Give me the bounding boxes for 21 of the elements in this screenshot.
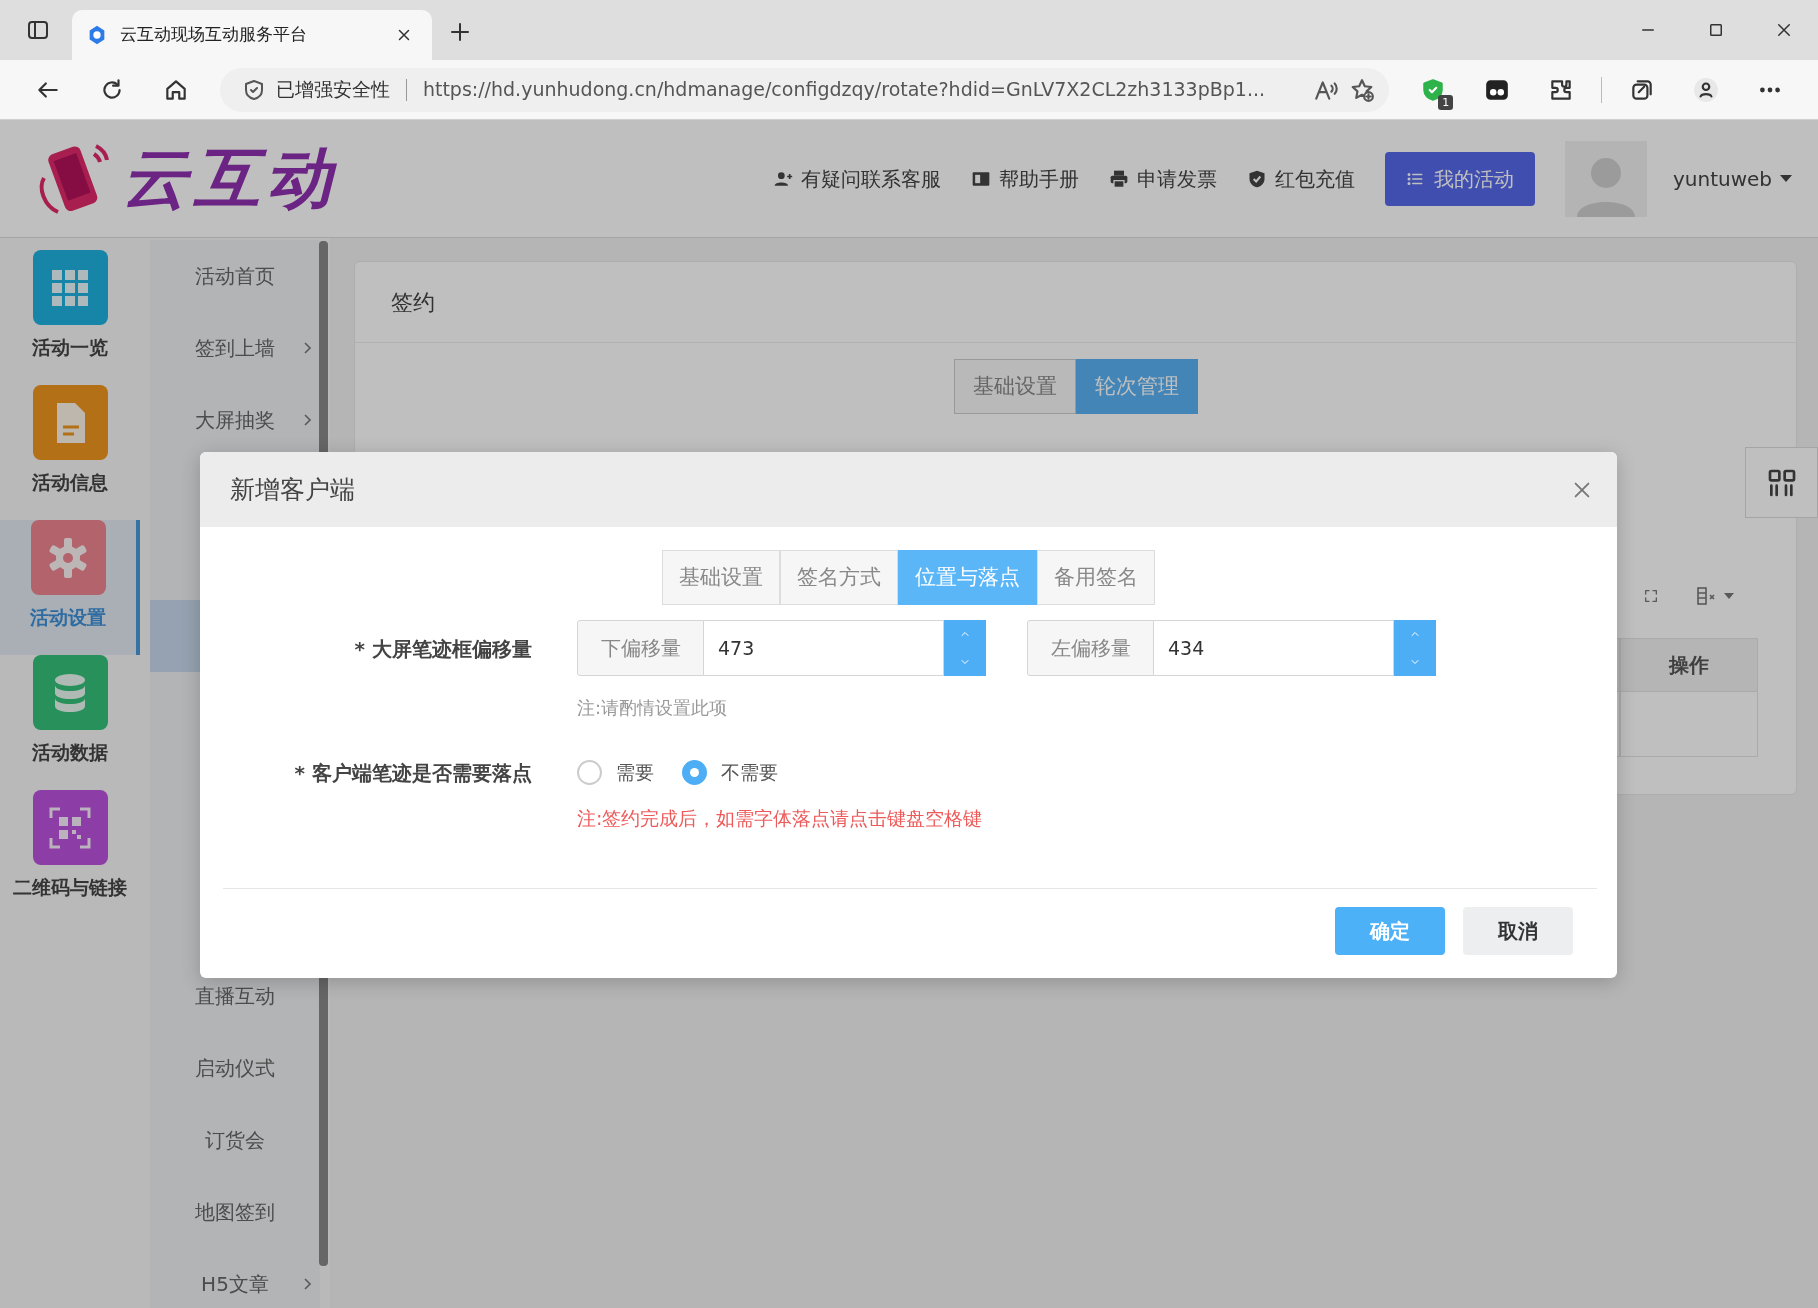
field-label: * 客户端笔迹是否需要落点 [294,760,532,785]
input-addon: 左偏移量 [1027,620,1154,676]
url-text: https://hd.yunhudong.cn/hdmanage/configdzqy/rotate?hdid=GnLV7X2CL2zh3133pBp1... [422,77,1267,103]
card-title: 签约 [355,262,1796,343]
input-addon: 下偏移量 [577,620,704,676]
extension-badge: 1 [1438,94,1454,110]
sidebar-label: 活动一览 [32,335,108,360]
radio-label: 需要 [616,760,654,786]
column-header: 操作 [1620,638,1758,692]
tab-title: 云互动现场互动服务平台 [120,23,308,47]
sidebar-label: 活动信息 [32,470,108,495]
security-label: 已增强安全性 [275,77,390,103]
sidebar-label: 活动设置 [30,605,106,630]
field-label: * 大屏笔迹框偏移量 [354,637,532,661]
logo-text: 云互动 [122,139,338,219]
radio-label: 不需要 [721,760,778,786]
sidebar-label: 二维码与链接 [13,875,127,900]
warning-note: 注:签约完成后，如需字体落点请点击键盘空格键 [577,806,983,829]
hint-text: 注:请酌情设置此项 [577,697,728,718]
dialog-title: 新增客户端 [230,473,355,506]
sidebar-label: 活动数据 [32,740,108,765]
